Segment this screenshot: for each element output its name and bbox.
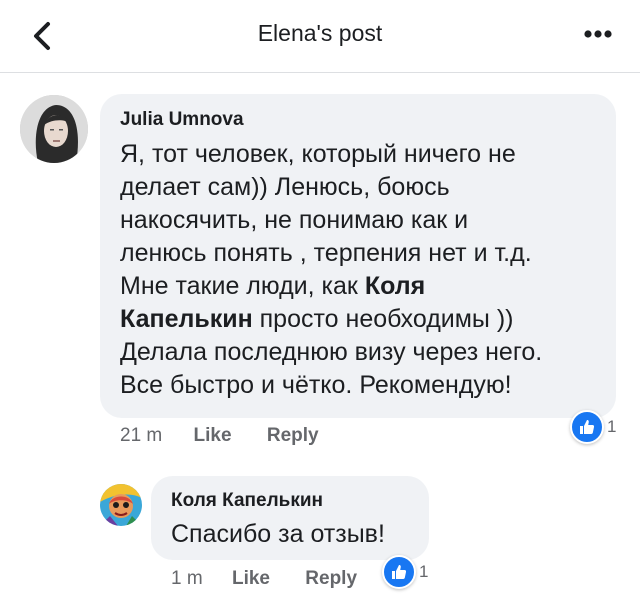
mention[interactable]: Коля <box>365 272 425 300</box>
avatar-julia[interactable] <box>20 95 88 163</box>
top-bar: Elena's post <box>0 0 640 73</box>
more-horizontal-icon <box>584 30 612 38</box>
like-button[interactable]: Like <box>194 425 232 447</box>
reaction-count: 1 <box>607 417 617 436</box>
comment-time: 21 m <box>120 425 163 446</box>
comment-text: Спасибо за отзыв! <box>171 520 385 548</box>
reaction-badge[interactable]: 1 <box>570 410 616 444</box>
thumbs-up-icon <box>382 555 416 589</box>
avatar-kolya[interactable] <box>100 484 142 526</box>
reply-button[interactable]: Reply <box>267 425 319 447</box>
like-button[interactable]: Like <box>232 568 270 590</box>
comment-author[interactable]: Julia Umnova <box>120 109 244 131</box>
comment-meta: 1 m Like Reply <box>171 568 357 590</box>
comment-text: Я, тот человек, который ничего не делает… <box>120 140 543 399</box>
page-title: Elena's post <box>257 20 383 46</box>
comment-bubble: Julia Umnova Я, тот человек, который нич… <box>100 94 616 418</box>
reaction-badge[interactable]: 1 <box>382 555 428 589</box>
reaction-count: 1 <box>419 562 429 581</box>
reply-button[interactable]: Reply <box>305 568 357 590</box>
comment-meta: 21 m Like Reply <box>120 425 319 447</box>
reply-bubble: Коля Капелькин Спасибо за отзыв! <box>151 476 429 560</box>
thumbs-up-icon <box>570 410 604 444</box>
comment-time: 1 m <box>171 568 203 589</box>
more-button[interactable] <box>578 20 618 48</box>
comment-author[interactable]: Коля Капелькин <box>171 490 323 512</box>
mention[interactable]: Капелькин <box>120 305 253 333</box>
